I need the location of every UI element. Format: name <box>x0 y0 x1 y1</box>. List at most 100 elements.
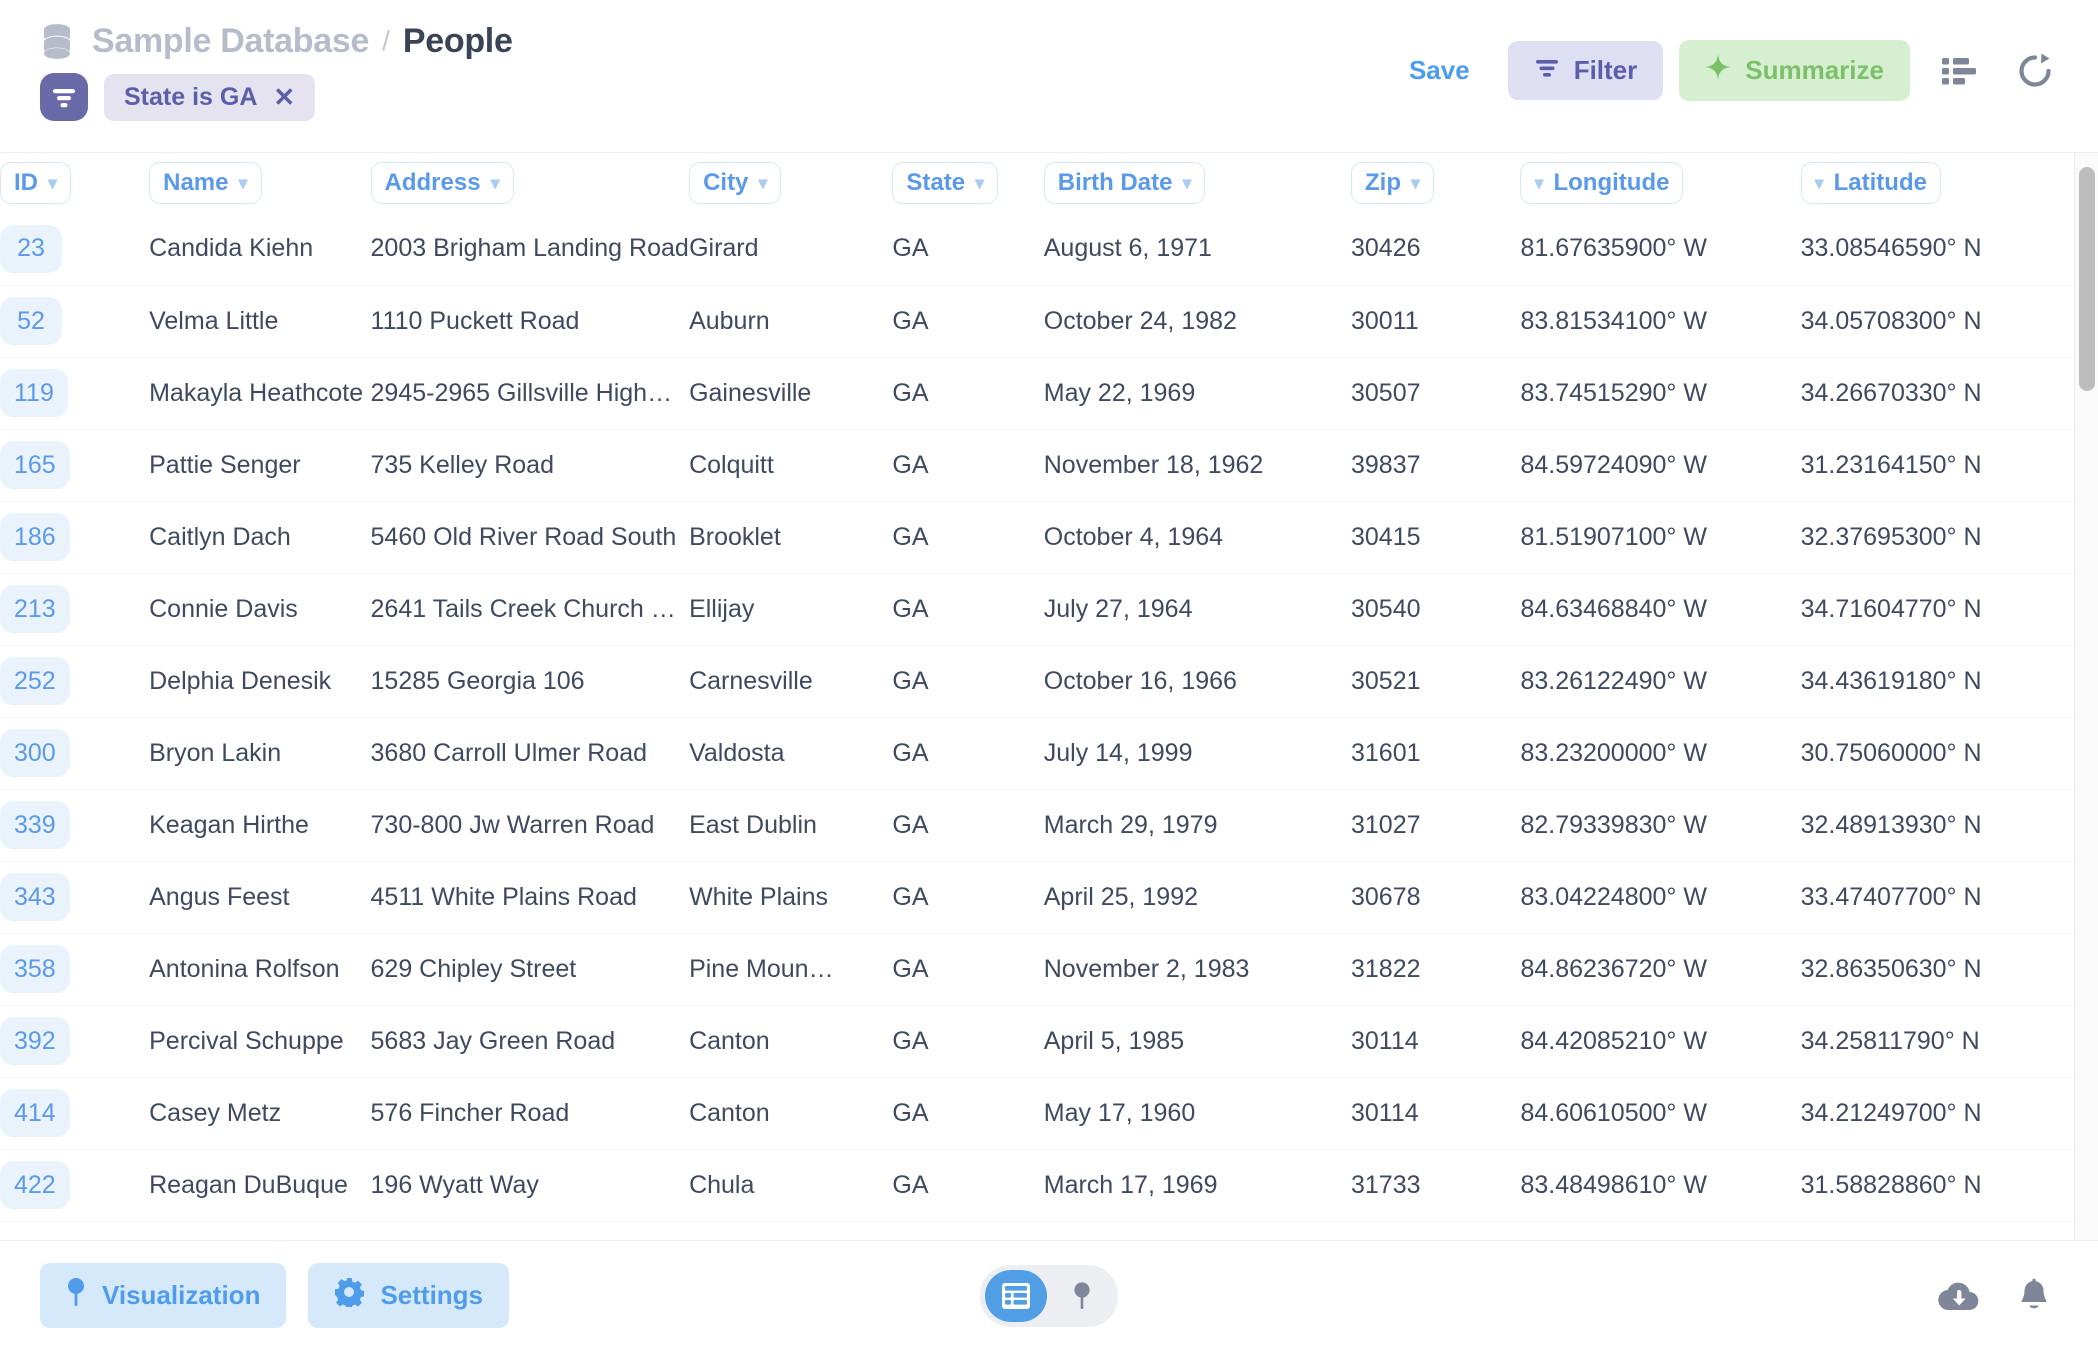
table-row[interactable]: 252 Delphia Denesik 15285 Georgia 106 Carne… <box>0 645 2074 718</box>
table-cell-birth-date[interactable]: October 4, 1964 <box>1043 501 1351 574</box>
view-toggle-pin[interactable] <box>1051 1270 1113 1322</box>
table-row[interactable]: 300 Bryon Lakin 3680 Carroll Ulmer Road Val… <box>0 717 2074 790</box>
id-pill[interactable]: 186 <box>0 513 70 561</box>
table-cell-address[interactable]: 4511 White Plains Road <box>370 861 690 934</box>
column-header-name-button[interactable]: Name ▾ <box>149 162 262 204</box>
filter-icon[interactable] <box>40 73 88 121</box>
table-cell-longitude[interactable]: 83.04224800° W <box>1520 861 1801 934</box>
download-cloud-icon[interactable] <box>1938 1279 1980 1313</box>
table-cell-zip[interactable]: 30114 <box>1351 1077 1521 1150</box>
table-cell-name[interactable]: Candida Kiehn <box>149 213 371 286</box>
table-cell-id[interactable]: 358 <box>0 933 150 1006</box>
table-cell-zip[interactable]: 31733 <box>1351 1149 1521 1222</box>
table-cell-longitude[interactable]: 84.42085210° W <box>1520 1005 1801 1078</box>
table-cell-address[interactable]: 730-800 Jw Warren Road <box>370 789 690 862</box>
table-cell-birth-date[interactable]: March 17, 1969 <box>1043 1149 1351 1222</box>
table-cell-latitude[interactable]: 33.08546590° N <box>1800 213 2074 286</box>
table-cell-state[interactable]: GA <box>892 933 1044 1006</box>
id-pill[interactable]: 165 <box>0 441 70 489</box>
settings-button[interactable]: Settings <box>308 1263 510 1328</box>
table-row[interactable]: 213 Connie Davis 2641 Tails Creek Church R… <box>0 573 2074 646</box>
table-cell-name[interactable]: Angus Feest <box>149 861 371 934</box>
column-header-birth-date-button[interactable]: Birth Date ▾ <box>1043 162 1206 204</box>
table-cell-city[interactable]: Chula <box>689 1149 893 1222</box>
table-cell-longitude[interactable]: 84.59724090° W <box>1520 429 1801 502</box>
table-cell-id[interactable]: 392 <box>0 1005 150 1078</box>
table-cell-name[interactable]: Reagan DuBuque <box>149 1149 371 1222</box>
column-header-name[interactable]: Name ▾ <box>149 153 371 213</box>
table-cell-name[interactable]: Bryon Lakin <box>149 717 371 790</box>
table-cell-zip[interactable]: 30426 <box>1351 213 1521 286</box>
id-pill[interactable]: 119 <box>0 369 68 417</box>
table-cell-address[interactable]: 576 Fincher Road <box>370 1077 690 1150</box>
table-cell-name[interactable]: Delphia Denesik <box>149 645 371 718</box>
table-cell-longitude[interactable]: 83.23200000° W <box>1520 717 1801 790</box>
table-row[interactable]: 165 Pattie Senger 735 Kelley Road Colquitt G… <box>0 429 2074 502</box>
table-cell-birth-date[interactable]: October 16, 1966 <box>1043 645 1351 718</box>
id-pill[interactable]: 213 <box>0 585 70 633</box>
table-cell-id[interactable]: 186 <box>0 501 150 574</box>
id-pill[interactable]: 343 <box>0 873 70 921</box>
table-row[interactable]: 23 Candida Kiehn 2003 Brigham Landing Road… <box>0 213 2074 286</box>
table-row[interactable]: 392 Percival Schuppe 5683 Jay Green Road Ca… <box>0 1005 2074 1078</box>
table-cell-state[interactable]: GA <box>892 645 1044 718</box>
table-cell-birth-date[interactable]: August 6, 1971 <box>1043 213 1351 286</box>
table-cell-id[interactable]: 339 <box>0 789 150 862</box>
breadcrumb-database[interactable]: Sample Database <box>92 22 369 61</box>
table-cell-birth-date[interactable]: March 29, 1979 <box>1043 789 1351 862</box>
table-cell-zip[interactable]: 31822 <box>1351 933 1521 1006</box>
table-cell-state[interactable]: GA <box>892 213 1044 286</box>
table-cell-birth-date[interactable]: May 22, 1969 <box>1043 357 1351 430</box>
breadcrumb-table[interactable]: People <box>403 22 513 61</box>
table-cell-state[interactable]: GA <box>892 1149 1044 1222</box>
id-pill[interactable]: 23 <box>0 224 62 273</box>
table-cell-longitude[interactable]: 81.51907100° W <box>1520 501 1801 574</box>
table-cell-id[interactable]: 213 <box>0 573 150 646</box>
table-cell-longitude[interactable]: 81.67635900° W <box>1520 213 1801 286</box>
table-cell-id[interactable]: 165 <box>0 429 150 502</box>
table-cell-state[interactable]: GA <box>892 717 1044 790</box>
table-cell-zip[interactable]: 31027 <box>1351 789 1521 862</box>
table-cell-latitude[interactable]: 32.86350630° N <box>1800 933 2074 1006</box>
vertical-scrollbar-thumb[interactable] <box>2079 167 2095 391</box>
table-cell-address[interactable]: 735 Kelley Road <box>370 429 690 502</box>
table-cell-zip[interactable]: 30507 <box>1351 357 1521 430</box>
table-cell-city[interactable]: Valdosta <box>689 717 893 790</box>
table-cell-name[interactable]: Caitlyn Dach <box>149 501 371 574</box>
table-cell-longitude[interactable]: 83.48498610° W <box>1520 1149 1801 1222</box>
table-cell-birth-date[interactable]: May 17, 1960 <box>1043 1077 1351 1150</box>
table-cell-id[interactable]: 23 <box>0 213 150 286</box>
vertical-scrollbar[interactable] <box>2074 153 2098 1240</box>
table-cell-zip[interactable]: 30540 <box>1351 573 1521 646</box>
table-cell-zip[interactable]: 30415 <box>1351 501 1521 574</box>
table-cell-longitude[interactable]: 83.81534100° W <box>1520 285 1801 358</box>
table-cell-city[interactable]: Canton <box>689 1077 893 1150</box>
table-cell-state[interactable]: GA <box>892 1077 1044 1150</box>
table-cell-birth-date[interactable]: November 2, 1983 <box>1043 933 1351 1006</box>
id-pill[interactable]: 339 <box>0 801 70 849</box>
table-cell-latitude[interactable]: 34.43619180° N <box>1800 645 2074 718</box>
table-cell-name[interactable]: Makayla Heathcote <box>149 357 371 430</box>
table-cell-state[interactable]: GA <box>892 285 1044 358</box>
table-cell-address[interactable]: 1110 Puckett Road <box>370 285 690 358</box>
table-cell-city[interactable]: Gainesville <box>689 357 893 430</box>
table-cell-state[interactable]: GA <box>892 1005 1044 1078</box>
table-cell-birth-date[interactable]: July 27, 1964 <box>1043 573 1351 646</box>
column-header-id-button[interactable]: ID ▾ <box>0 162 72 204</box>
table-cell-city[interactable]: Colquitt <box>689 429 893 502</box>
table-cell-city[interactable]: Brooklet <box>689 501 893 574</box>
column-header-zip-button[interactable]: Zip ▾ <box>1351 162 1435 204</box>
table-row[interactable]: 422 Reagan DuBuque 196 Wyatt Way Chula GA Mar… <box>0 1149 2074 1222</box>
column-header-city-button[interactable]: City ▾ <box>689 162 782 204</box>
summarize-button[interactable]: Summarize <box>1679 40 1910 101</box>
visualization-button[interactable]: Visualization <box>40 1263 287 1328</box>
table-cell-address[interactable]: 2003 Brigham Landing Road <box>370 213 690 286</box>
column-header-city[interactable]: City ▾ <box>689 153 893 213</box>
id-pill[interactable]: 392 <box>0 1017 70 1065</box>
table-cell-zip[interactable]: 39837 <box>1351 429 1521 502</box>
table-cell-latitude[interactable]: 32.48913930° N <box>1800 789 2074 862</box>
table-cell-address[interactable]: 3680 Carroll Ulmer Road <box>370 717 690 790</box>
table-cell-birth-date[interactable]: April 5, 1985 <box>1043 1005 1351 1078</box>
table-cell-city[interactable]: Girard <box>689 213 893 286</box>
table-cell-zip[interactable]: 31601 <box>1351 717 1521 790</box>
